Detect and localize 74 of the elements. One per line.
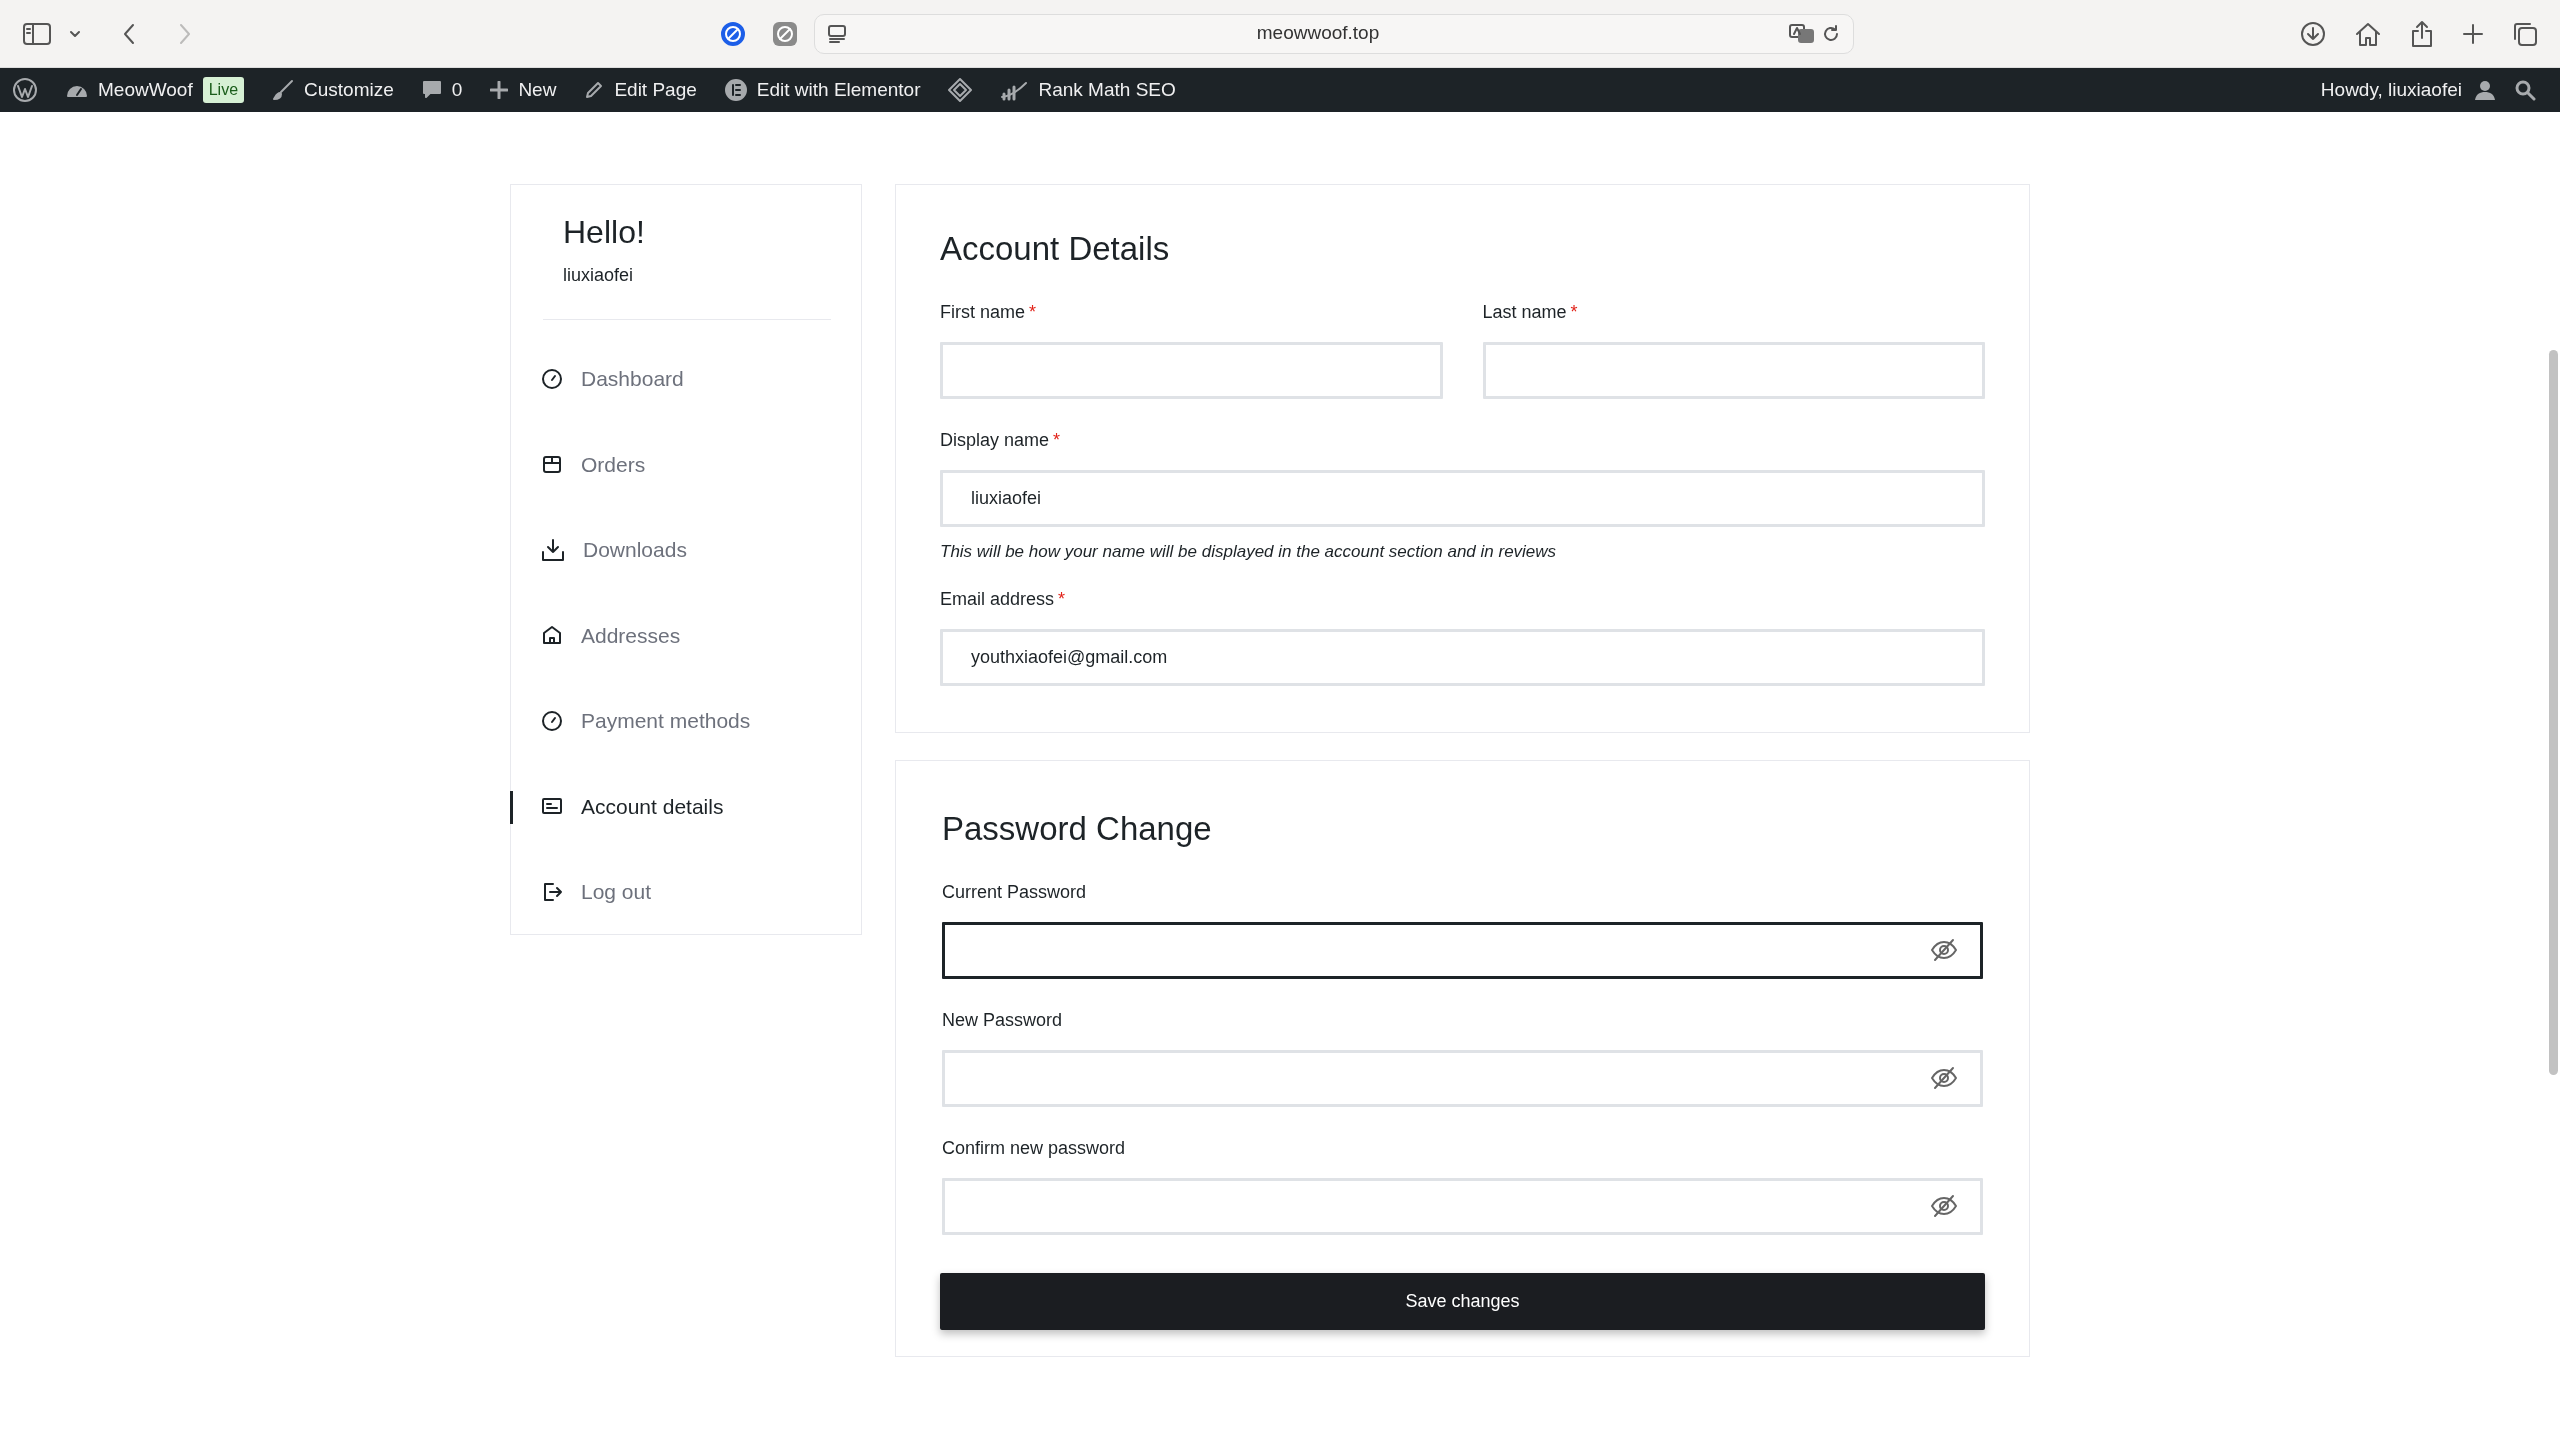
- admin-bar-link[interactable]: Edit Page: [584, 75, 697, 105]
- live-badge: Live: [202, 77, 245, 103]
- help-text: This will be how your name will be displayed in the account section and in reviews: [940, 540, 1558, 563]
- greeting-title: Hello!: [563, 215, 646, 251]
- gauge-icon: [541, 709, 563, 732]
- active-indicator: [510, 790, 513, 824]
- field-label: Display name *: [940, 428, 1062, 452]
- sidebar-item[interactable]: Orders: [541, 421, 831, 508]
- download-icon[interactable]: [2300, 20, 2326, 47]
- admin-bar-label: New: [518, 77, 557, 102]
- field-label: First name *: [940, 300, 1038, 324]
- logout-icon: [541, 880, 563, 903]
- username-text: liuxiaofei: [563, 264, 635, 288]
- field-label: Email address *: [940, 588, 1067, 612]
- admin-bar-link[interactable]: Rank Math SEO: [1000, 75, 1176, 105]
- comment-icon[interactable]: [421, 80, 442, 100]
- gauge-icon: [541, 367, 563, 390]
- sidebar-icon[interactable]: [22, 21, 52, 46]
- bar-chart-icon[interactable]: [1000, 79, 1029, 101]
- sidebar-item[interactable]: Downloads: [541, 507, 831, 593]
- translate-icon[interactable]: [1789, 23, 1815, 44]
- sidebar-item[interactable]: Account details: [541, 763, 831, 850]
- text-field[interactable]: liuxiaofei: [940, 469, 1985, 527]
- sidebar-item[interactable]: Payment methods: [541, 678, 831, 764]
- field-label: Confirm new password: [942, 1136, 1127, 1160]
- blocked-icon[interactable]: [772, 20, 798, 47]
- field-label: New Password: [942, 1008, 1064, 1032]
- admin-bar-label: Edit with Elementor: [756, 77, 921, 102]
- reload-icon[interactable]: [1821, 23, 1841, 44]
- search-icon[interactable]: [2514, 79, 2536, 101]
- eye-slash-icon[interactable]: [1930, 1194, 1958, 1219]
- admin-bar-label: Rank Math SEO: [1038, 77, 1176, 102]
- sidebar-item[interactable]: Dashboard: [541, 336, 831, 422]
- eye-slash-icon[interactable]: [1930, 938, 1958, 963]
- admin-bar-link[interactable]: Customize: [272, 75, 394, 105]
- section-heading: Account Details: [940, 229, 1171, 269]
- admin-bar-link[interactable]: New: [490, 75, 557, 105]
- home-icon[interactable]: [2354, 20, 2382, 47]
- chevron-down-icon[interactable]: [68, 28, 82, 39]
- admin-bar-label: Customize: [304, 77, 394, 102]
- save-button[interactable]: Save changes: [940, 1272, 1985, 1330]
- admin-bar-link[interactable]: 0: [421, 75, 463, 105]
- text-field[interactable]: [940, 341, 1443, 399]
- admin-bar-label: Edit Page: [614, 77, 697, 102]
- share-icon[interactable]: [2410, 19, 2434, 48]
- diamond-icon[interactable]: [948, 78, 973, 102]
- admin-bar-link[interactable]: Edit with Elementor: [724, 75, 921, 105]
- password-field[interactable]: [942, 921, 1983, 979]
- pencil-icon[interactable]: [584, 80, 605, 100]
- eye-slash-icon[interactable]: [1930, 1066, 1958, 1091]
- section-heading: Password Change: [942, 809, 1213, 849]
- page-icon: [827, 23, 847, 44]
- sidebar-item[interactable]: Addresses: [541, 592, 831, 679]
- email-field[interactable]: youthxiaofei@gmail.com: [940, 629, 1985, 687]
- field-label: Last name *: [1482, 300, 1579, 324]
- user-icon: [2474, 79, 2496, 101]
- download-icon: [541, 537, 565, 562]
- admin-bar-label: MeowWoof: [98, 77, 193, 102]
- sidebar-item[interactable]: Log out: [541, 849, 831, 935]
- comment-count: 0: [451, 77, 463, 102]
- account-menu[interactable]: Howdy, liuxiaofei: [2320, 75, 2496, 105]
- wordpress-logo-icon[interactable]: [12, 77, 38, 103]
- admin-bar-link[interactable]: MeowWoof Live: [66, 75, 245, 105]
- house-icon: [541, 624, 563, 647]
- text-field[interactable]: [1482, 341, 1985, 399]
- brush-icon[interactable]: [272, 79, 295, 101]
- box-icon: [541, 453, 563, 476]
- plus-icon[interactable]: [490, 81, 509, 99]
- plus-icon[interactable]: [2462, 22, 2484, 45]
- elementor-logo-icon[interactable]: [724, 79, 747, 101]
- greeting-text: Howdy, liuxiaofei: [2320, 77, 2462, 102]
- scrollbar-thumb[interactable]: [2549, 350, 2558, 1075]
- field-label: Current Password: [942, 880, 1088, 904]
- tabs-icon[interactable]: [2512, 20, 2538, 47]
